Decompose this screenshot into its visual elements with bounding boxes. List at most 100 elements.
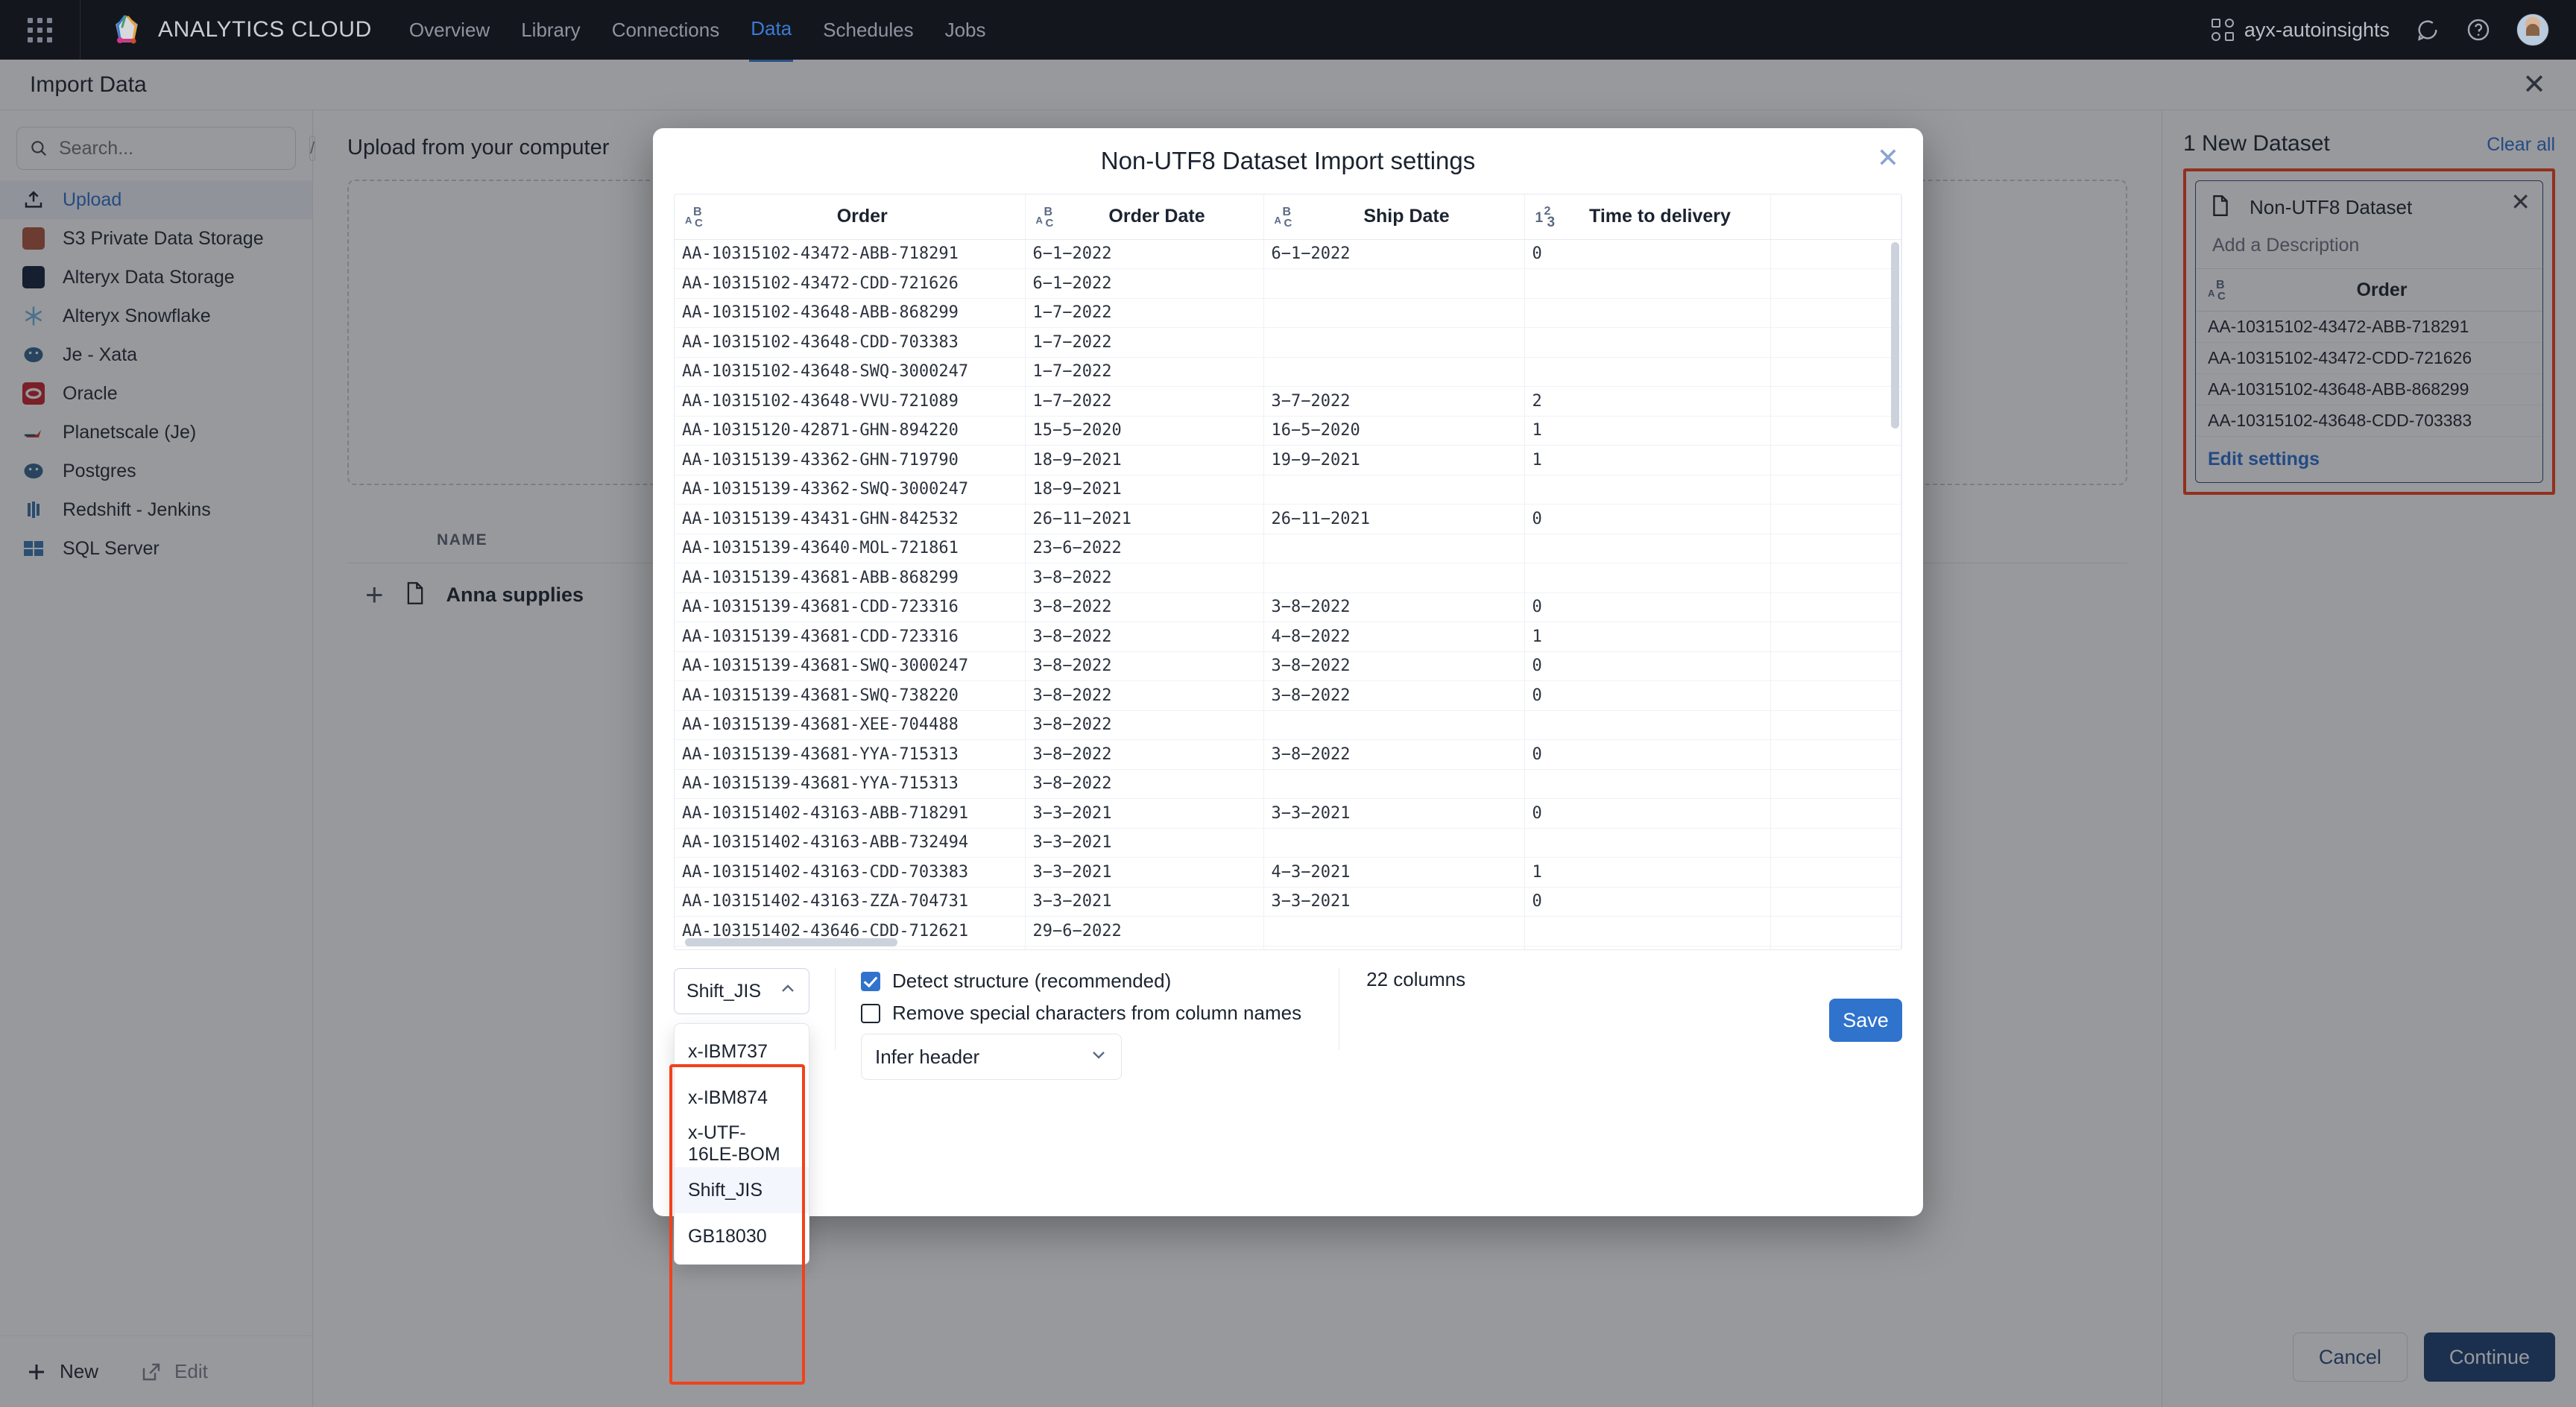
header-mode-select[interactable]: Infer header [861, 1034, 1122, 1080]
top-navigation-bar: ANALYTICS CLOUD Overview Library Connect… [0, 0, 2576, 62]
column-header-label: Order [836, 206, 888, 227]
modal-header: Non-UTF8 Dataset Import settings ✕ [653, 128, 1923, 194]
header-mode-value: Infer header [875, 1045, 980, 1068]
cell-order: AA-10315102-43648-ABB-868299 [675, 298, 1026, 328]
cell-time-to-delivery: 0 [1524, 887, 1771, 917]
cell-order: AA-103151402-43163-ABB-732494 [675, 828, 1026, 858]
apps-grid-button[interactable] [0, 0, 80, 60]
modal-title: Non-UTF8 Dataset Import settings [1100, 147, 1476, 174]
cell-ship-date [1263, 916, 1525, 946]
preview-body: AA-10315102-43472-ABB-718291 6−1−2022 6−1−… [675, 239, 1901, 949]
modal-footer-right: 22 columns Save [1366, 968, 1902, 1042]
chevron-down-icon [1090, 1046, 1108, 1068]
cell-order-date: 23−6−2022 [1025, 534, 1264, 563]
table-row: AA-10315139-43640-MOL-721861 23−6−2022 [675, 534, 1901, 563]
abc-type-icon: ABC [685, 205, 703, 230]
cell-overflow [1770, 386, 1901, 417]
nav-link-data[interactable]: Data [749, 0, 794, 62]
detect-structure-label: Detect structure (recommended) [892, 970, 1172, 992]
table-row: AA-10315139-43681-YYA-715313 3−8−2022 3−8−… [675, 739, 1901, 770]
cell-overflow [1770, 798, 1901, 829]
cell-time-to-delivery: 1 [1524, 622, 1771, 652]
encoding-option-gb18030[interactable]: GB18030 [675, 1213, 809, 1259]
cell-order-date: 18−9−2021 [1025, 445, 1264, 475]
table-row: AA-10315139-43431-GHN-842532 26−11−2021 26… [675, 504, 1901, 534]
cell-overflow [1770, 739, 1901, 770]
nav-link-schedules[interactable]: Schedules [821, 0, 915, 61]
cell-time-to-delivery: 1 [1524, 857, 1771, 888]
nav-link-overview[interactable]: Overview [408, 0, 491, 61]
chat-icon[interactable] [2415, 17, 2440, 42]
column-header-ship-date[interactable]: ABC Ship Date [1263, 195, 1525, 240]
cell-ship-date [1263, 475, 1525, 505]
encoding-option-shift-jis[interactable]: Shift_JIS [675, 1167, 809, 1213]
column-header-order-date[interactable]: ABC Order Date [1025, 195, 1264, 240]
cell-overflow [1770, 504, 1901, 534]
nav-link-connections[interactable]: Connections [610, 0, 722, 61]
apps-grid-icon [28, 17, 52, 42]
cell-order-date: 6−1−2022 [1025, 268, 1264, 299]
cell-order-date: 3−3−2021 [1025, 798, 1264, 829]
preview-header-row: ABC Order ABC Order Date A B C Ship Date… [675, 195, 1901, 240]
modal-footer: Shift_JIS x-IBM737 x-IBM874 x-UTF-16LE-B… [653, 950, 1923, 1265]
cell-order: AA-10315139-43681-CDD-723316 [675, 592, 1026, 622]
brand[interactable]: ANALYTICS CLOUD [109, 12, 372, 48]
close-icon[interactable]: ✕ [1877, 145, 1899, 171]
cell-overflow [1770, 534, 1901, 563]
workspace-icon [2211, 19, 2234, 41]
cell-overflow [1770, 622, 1901, 652]
cell-order-date: 6−1−2022 [1025, 239, 1264, 269]
save-button[interactable]: Save [1829, 999, 1902, 1042]
horizontal-scrollbar[interactable] [685, 938, 897, 946]
preview-grid[interactable]: ABC Order ABC Order Date A B C Ship Date… [674, 194, 1902, 950]
app-root: ANALYTICS CLOUD Overview Library Connect… [0, 0, 2576, 1407]
cell-ship-date: 3−8−2022 [1263, 739, 1525, 770]
alteryx-logo-icon [109, 12, 145, 48]
cell-ship-date: 3−7−2022 [1263, 386, 1525, 417]
cell-time-to-delivery [1524, 268, 1771, 299]
cell-ship-date [1263, 828, 1525, 858]
avatar[interactable] [2516, 13, 2549, 46]
cell-order-date: 26−11−2021 [1025, 504, 1264, 534]
import-settings-modal: Non-UTF8 Dataset Import settings ✕ ABC O… [653, 128, 1923, 1265]
cell-order: AA-103151402-43163-ABB-718291 [675, 798, 1026, 829]
column-header-overflow [1770, 195, 1901, 240]
cell-overflow [1770, 916, 1901, 946]
vertical-scrollbar[interactable] [1891, 242, 1899, 429]
cell-order: AA-10315139-43681-SWQ-3000247 [675, 651, 1026, 681]
workspace-name: ayx-autoinsights [2244, 18, 2390, 41]
cell-overflow [1770, 857, 1901, 888]
nav-link-jobs[interactable]: Jobs [944, 0, 988, 61]
cell-ship-date [1263, 357, 1525, 387]
table-row: AA-10315139-43362-SWQ-3000247 18−9−2021 [675, 475, 1901, 505]
detect-structure-checkbox[interactable] [861, 971, 880, 991]
detect-structure-row[interactable]: Detect structure (recommended) [861, 970, 1301, 993]
cell-order-date: 3−8−2022 [1025, 739, 1264, 770]
cell-overflow [1770, 357, 1901, 387]
cell-time-to-delivery: 1 [1524, 445, 1771, 475]
table-row: AA-10315102-43648-ABB-868299 1−7−2022 [675, 298, 1901, 328]
cell-ship-date [1263, 563, 1525, 593]
cell-time-to-delivery [1524, 828, 1771, 858]
workspace-selector[interactable]: ayx-autoinsights [2211, 18, 2390, 42]
cell-overflow [1770, 475, 1901, 505]
column-header-order[interactable]: ABC Order [675, 195, 1026, 240]
encoding-dropdown-list[interactable]: x-IBM737 x-IBM874 x-UTF-16LE-BOM Shift_J… [674, 1023, 809, 1265]
column-header-time-to-delivery[interactable]: 123 Time to delivery [1524, 195, 1771, 240]
cell-order-date: 3−3−2021 [1025, 887, 1264, 917]
encoding-selected-value: Shift_JIS [686, 980, 762, 1002]
cell-overflow [1770, 887, 1901, 917]
table-row: AA-10315139-43681-CDD-723316 3−8−2022 3−8−… [675, 592, 1901, 622]
cell-order: AA-10315139-43362-GHN-719790 [675, 445, 1026, 475]
help-icon[interactable] [2466, 17, 2491, 42]
chevron-up-icon [779, 980, 797, 1002]
encoding-option-x-ibm874[interactable]: x-IBM874 [675, 1075, 809, 1121]
encoding-select[interactable]: Shift_JIS [674, 968, 809, 1014]
encoding-option-x-utf-16le-bom[interactable]: x-UTF-16LE-BOM [675, 1121, 809, 1167]
remove-special-chars-checkbox[interactable] [861, 1003, 880, 1023]
nav-link-library[interactable]: Library [520, 0, 581, 61]
cell-ship-date: 26−11−2021 [1263, 504, 1525, 534]
encoding-option-x-ibm737[interactable]: x-IBM737 [675, 1028, 809, 1075]
cell-order-date: 3−8−2022 [1025, 769, 1264, 799]
remove-special-chars-row[interactable]: Remove special characters from column na… [861, 1002, 1301, 1025]
